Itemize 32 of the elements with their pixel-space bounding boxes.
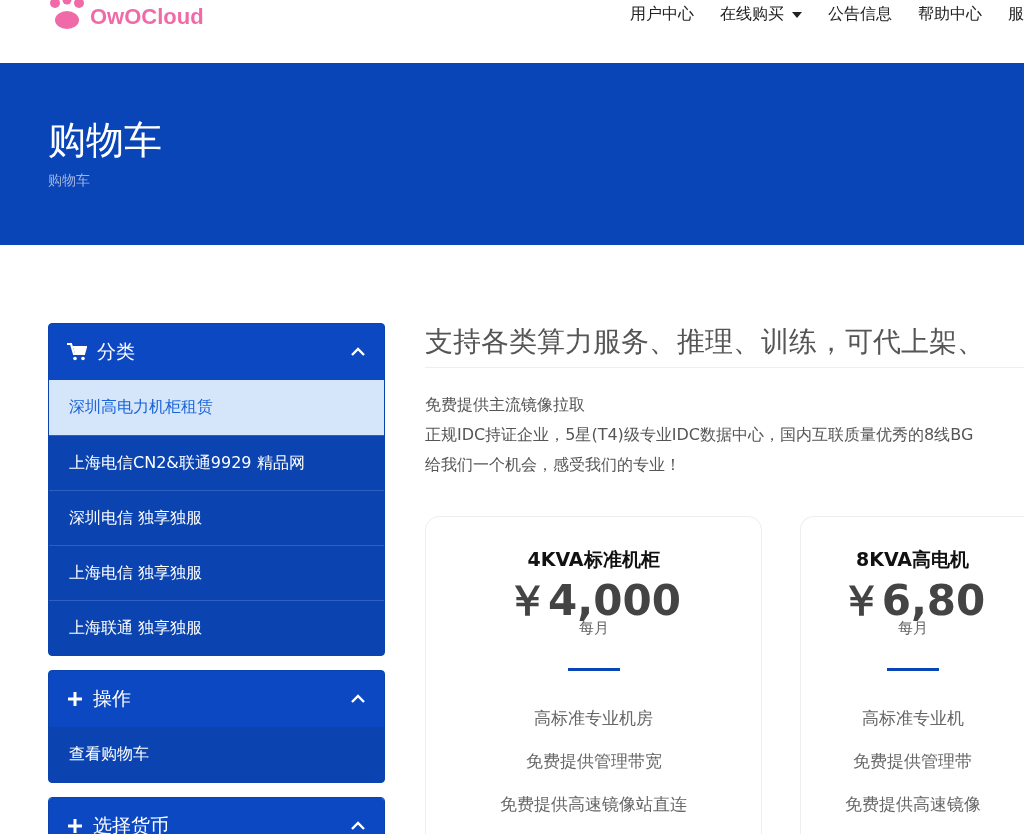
feature-text: 免费提供高速镜像站直连 — [500, 793, 687, 816]
nav-link[interactable]: 帮助中心 — [918, 4, 982, 25]
nav-link[interactable]: 公告信息 — [828, 4, 892, 25]
description-text: 给我们一个机会，感受我们的专业！ — [425, 454, 682, 476]
page-title: 购物车 — [48, 117, 163, 164]
nav-link[interactable]: 在线购买 — [720, 4, 802, 25]
paw-icon — [48, 0, 86, 30]
panel-header[interactable]: 操作 — [49, 671, 384, 727]
description-text: 正规IDC持证企业，5星(T4)级专业IDC数据中心，国内互联质量优秀的8线BG — [425, 424, 975, 446]
feature-text: 高标准专业机房 — [534, 707, 653, 730]
feature-text: 免费提供管理带宽 — [525, 750, 662, 773]
product-name: 4KVA标准机柜 — [527, 547, 660, 572]
product-name: 8KVA高电机 — [855, 547, 970, 572]
feature-text: 高标准专业机 — [861, 707, 964, 730]
section-heading: 支持各类算力服务、推理、训练，可代上架、 — [425, 323, 1024, 368]
nav-link[interactable]: 用户中心 — [630, 4, 694, 25]
nav-link[interactable]: 服 — [1008, 4, 1024, 25]
feature-text: 免费提供高速镜像 — [844, 793, 981, 816]
chevron-up-icon[interactable] — [350, 821, 366, 831]
panel-title: 操作 — [93, 686, 132, 711]
plus-icon — [67, 691, 83, 707]
caret-icon — [792, 11, 802, 18]
feature-text: 免费提供管理带 — [853, 750, 972, 773]
description-text: 免费提供主流镜像拉取 — [425, 394, 586, 416]
sidebar-item[interactable]: 深圳高电力机柜租赁 — [49, 380, 384, 435]
panel-title: 分类 — [97, 339, 136, 364]
chevron-up-icon[interactable] — [350, 347, 366, 357]
cart-icon — [67, 343, 87, 361]
plus-icon — [67, 818, 83, 834]
breadcrumb: 购物车 — [48, 172, 91, 190]
chevron-up-icon[interactable] — [350, 694, 366, 704]
panel-header[interactable]: 分类 — [49, 324, 384, 380]
